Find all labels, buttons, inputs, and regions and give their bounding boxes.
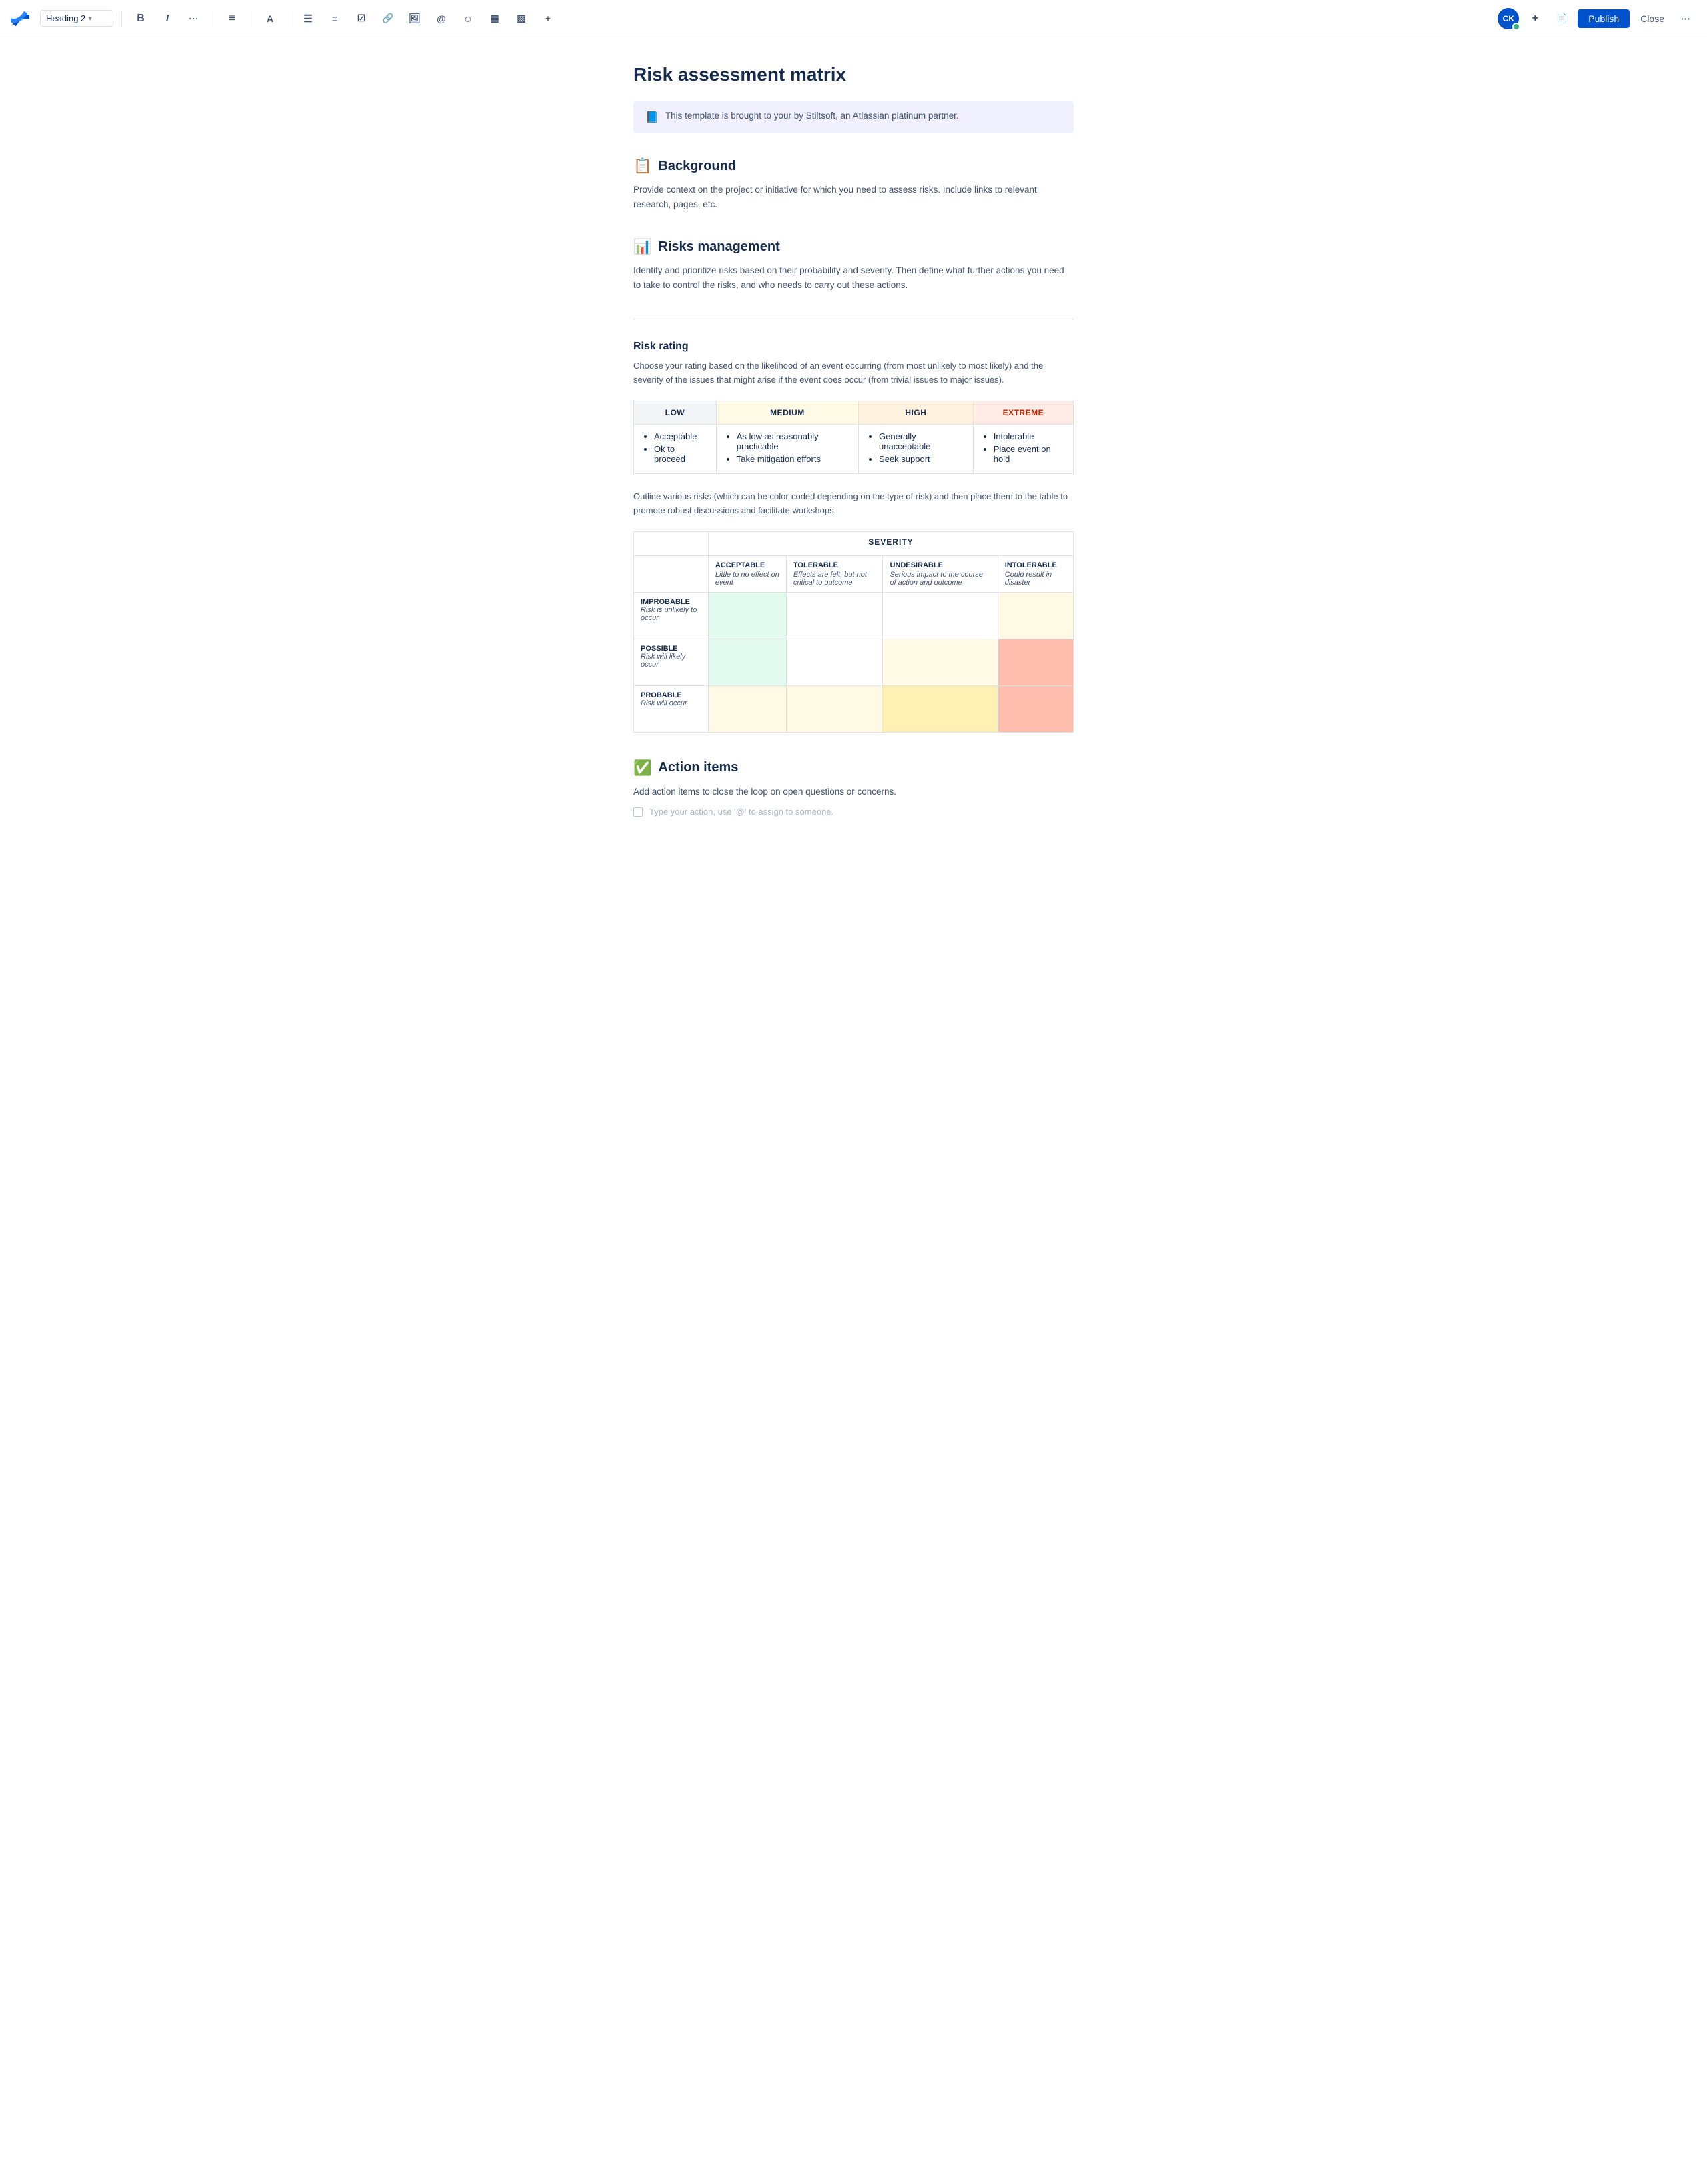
- rating-cell-low: Acceptable Ok to proceed: [634, 424, 717, 473]
- cell-possible-intolerable: [998, 639, 1073, 685]
- close-button[interactable]: Close: [1635, 9, 1670, 28]
- info-box: 📘 This template is brought to your by St…: [633, 101, 1074, 133]
- toolbar-right: CK + 📄 Publish Close ···: [1498, 8, 1696, 29]
- cell-probable-intolerable: [998, 685, 1073, 732]
- overflow-menu-button[interactable]: ···: [1675, 8, 1696, 29]
- col-undesirable: UNDESIRABLE Serious impact to the course…: [883, 555, 998, 592]
- severity-label: SEVERITY: [708, 531, 1073, 555]
- list-item: Intolerable: [994, 431, 1064, 441]
- toolbar-divider-1: [121, 11, 122, 27]
- avatar-initials: CK: [1503, 14, 1514, 23]
- cell-improbable-acceptable: [708, 592, 786, 639]
- likelihood-label-cell: [634, 555, 709, 592]
- risks-icon: 📊: [633, 238, 651, 255]
- severity-table: SEVERITY ACCEPTABLE Little to no effect …: [633, 531, 1074, 733]
- rating-cell-medium: As low as reasonably practicable Take mi…: [716, 424, 858, 473]
- bullet-list-button[interactable]: ☰: [297, 8, 319, 29]
- cell-probable-tolerable: [786, 685, 883, 732]
- emoji-button[interactable]: ☺: [457, 8, 479, 29]
- action-items-heading-text: Action items: [658, 760, 738, 775]
- risks-management-body[interactable]: Identify and prioritize risks based on t…: [633, 263, 1074, 292]
- list-item: Generally unacceptable: [879, 431, 964, 451]
- risk-rating-description: Choose your rating based on the likeliho…: [633, 359, 1074, 387]
- rating-cell-high: Generally unacceptable Seek support: [859, 424, 974, 473]
- action-checkbox[interactable]: [633, 807, 643, 817]
- toolbar: Heading 2 ▾ B I ··· ≡ A ☰ ≡ ☑ 🔗 🖼 @ ☺ ▦ …: [0, 0, 1707, 37]
- action-item-row[interactable]: Type your action, use '@' to assign to s…: [633, 807, 1074, 817]
- row-probable: PROBABLE Risk will occur: [634, 685, 709, 732]
- list-item: As low as reasonably practicable: [737, 431, 849, 451]
- col-medium: MEDIUM: [716, 401, 858, 424]
- confluence-logo-icon: [11, 9, 29, 28]
- image-button[interactable]: 🖼: [404, 8, 425, 29]
- list-item: Seek support: [879, 454, 964, 464]
- col-intolerable: INTOLERABLE Could result in disaster: [998, 555, 1073, 592]
- col-high: HIGH: [859, 401, 974, 424]
- action-items-heading: ✅ Action items: [633, 759, 1074, 777]
- rating-table: LOW MEDIUM HIGH EXTREME Acceptable Ok to…: [633, 401, 1074, 474]
- cell-improbable-undesirable: [883, 592, 998, 639]
- table-button[interactable]: ▦: [484, 8, 505, 29]
- risks-heading-text: Risks management: [658, 239, 779, 255]
- background-icon: 📋: [633, 157, 651, 175]
- avatar: CK: [1498, 8, 1519, 29]
- italic-button[interactable]: I: [157, 8, 178, 29]
- background-heading: 📋 Background: [633, 157, 1074, 175]
- task-button[interactable]: ☑: [351, 8, 372, 29]
- action-placeholder[interactable]: Type your action, use '@' to assign to s…: [649, 807, 833, 817]
- content-area: Risk assessment matrix 📘 This template i…: [593, 37, 1114, 897]
- cell-possible-tolerable: [786, 639, 883, 685]
- info-icon: 📘: [645, 111, 659, 124]
- risk-rating-title: Risk rating: [633, 341, 1074, 353]
- link-button[interactable]: 🔗: [377, 8, 399, 29]
- insert-more-button[interactable]: +: [537, 8, 559, 29]
- cell-probable-acceptable: [708, 685, 786, 732]
- align-button[interactable]: ≡: [221, 8, 243, 29]
- chevron-down-icon: ▾: [88, 14, 92, 23]
- background-section: 📋 Background Provide context on the proj…: [633, 157, 1074, 211]
- layout-button[interactable]: ▨: [511, 8, 532, 29]
- info-box-text: This template is brought to your by Stil…: [665, 111, 959, 121]
- col-acceptable: ACCEPTABLE Little to no effect on event: [708, 555, 786, 592]
- list-item: Ok to proceed: [654, 444, 707, 464]
- heading-label: Heading 2: [46, 13, 85, 23]
- col-extreme: EXTREME: [973, 401, 1073, 424]
- heading-selector[interactable]: Heading 2 ▾: [40, 10, 113, 27]
- row-improbable: IMPROBABLE Risk is unlikely to occur: [634, 592, 709, 639]
- avatar-badge: [1512, 23, 1520, 31]
- action-items-section: ✅ Action items Add action items to close…: [633, 759, 1074, 817]
- cell-possible-undesirable: [883, 639, 998, 685]
- more-format-button[interactable]: ···: [183, 8, 205, 29]
- risk-rating-section: Risk rating Choose your rating based on …: [633, 341, 1074, 732]
- action-items-icon: ✅: [633, 759, 651, 777]
- text-color-button[interactable]: A: [259, 8, 281, 29]
- page-options-button[interactable]: 📄: [1551, 8, 1572, 29]
- cell-improbable-tolerable: [786, 592, 883, 639]
- bold-button[interactable]: B: [130, 8, 151, 29]
- list-item: Acceptable: [654, 431, 707, 441]
- cell-improbable-intolerable: [998, 592, 1073, 639]
- action-items-body: Add action items to close the loop on op…: [633, 785, 1074, 799]
- col-low: LOW: [634, 401, 717, 424]
- col-tolerable: TOLERABLE Effects are felt, but not crit…: [786, 555, 883, 592]
- background-heading-text: Background: [658, 159, 736, 174]
- background-body[interactable]: Provide context on the project or initia…: [633, 183, 1074, 211]
- number-list-button[interactable]: ≡: [324, 8, 345, 29]
- list-item: Place event on hold: [994, 444, 1064, 464]
- list-item: Take mitigation efforts: [737, 454, 849, 464]
- risks-management-section: 📊 Risks management Identify and prioriti…: [633, 238, 1074, 292]
- cell-probable-undesirable: [883, 685, 998, 732]
- mention-button[interactable]: @: [431, 8, 452, 29]
- page-title[interactable]: Risk assessment matrix: [633, 64, 1074, 85]
- publish-button[interactable]: Publish: [1578, 9, 1630, 28]
- rating-cell-extreme: Intolerable Place event on hold: [973, 424, 1073, 473]
- row-possible: POSSIBLE Risk will likely occur: [634, 639, 709, 685]
- risks-management-heading: 📊 Risks management: [633, 238, 1074, 255]
- corner-cell: [634, 531, 709, 555]
- cell-possible-acceptable: [708, 639, 786, 685]
- add-user-button[interactable]: +: [1524, 8, 1546, 29]
- severity-outline-text: Outline various risks (which can be colo…: [633, 490, 1074, 518]
